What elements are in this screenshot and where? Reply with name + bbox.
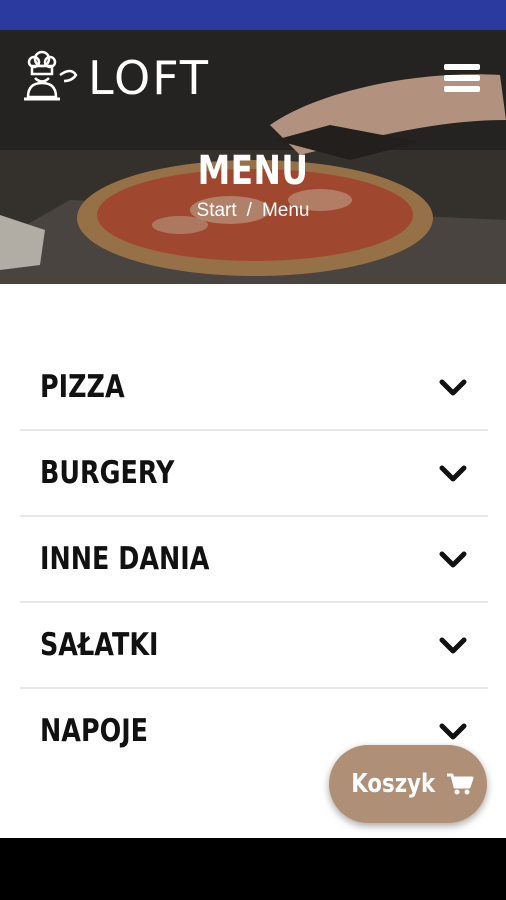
breadcrumb-separator: / bbox=[246, 200, 252, 221]
navigation-bar bbox=[0, 838, 506, 900]
category-burgery[interactable]: BURGERY bbox=[20, 431, 488, 517]
chevron-down-icon bbox=[439, 379, 467, 396]
category-label: INNE DANIA bbox=[40, 541, 210, 577]
logo[interactable]: LOFT bbox=[16, 46, 210, 110]
chevron-down-icon bbox=[439, 637, 467, 654]
status-bar bbox=[0, 0, 506, 30]
cart-icon bbox=[447, 773, 474, 795]
breadcrumb-home-link[interactable]: Start bbox=[197, 200, 237, 221]
category-pizza[interactable]: PIZZA bbox=[20, 345, 488, 431]
cart-label: Koszyk bbox=[351, 769, 435, 799]
hamburger-icon bbox=[444, 64, 480, 70]
page-title: MENU bbox=[197, 148, 309, 194]
logo-text: LOFT bbox=[88, 51, 210, 105]
chef-logo-icon bbox=[24, 50, 78, 101]
category-inne-dania[interactable]: INNE DANIA bbox=[20, 517, 488, 603]
cart-button[interactable]: Koszyk bbox=[329, 745, 487, 823]
breadcrumb-current: Menu bbox=[261, 200, 310, 221]
chevron-down-icon bbox=[439, 551, 467, 568]
hamburger-menu-button[interactable] bbox=[444, 64, 480, 96]
hero-banner: LOFT MENU Start / Menu bbox=[0, 30, 506, 284]
category-label: SAŁATKI bbox=[40, 627, 159, 663]
category-label: BURGERY bbox=[40, 455, 175, 491]
chevron-down-icon bbox=[439, 465, 467, 482]
breadcrumb: Start / Menu bbox=[0, 200, 506, 222]
category-label: NAPOJE bbox=[40, 713, 149, 749]
chevron-down-icon bbox=[439, 723, 467, 740]
category-label: PIZZA bbox=[40, 369, 125, 405]
menu-categories-accordion: PIZZA BURGERY INNE DANIA SAŁATKI NAPOJE bbox=[20, 345, 488, 775]
category-salatki[interactable]: SAŁATKI bbox=[20, 603, 488, 689]
